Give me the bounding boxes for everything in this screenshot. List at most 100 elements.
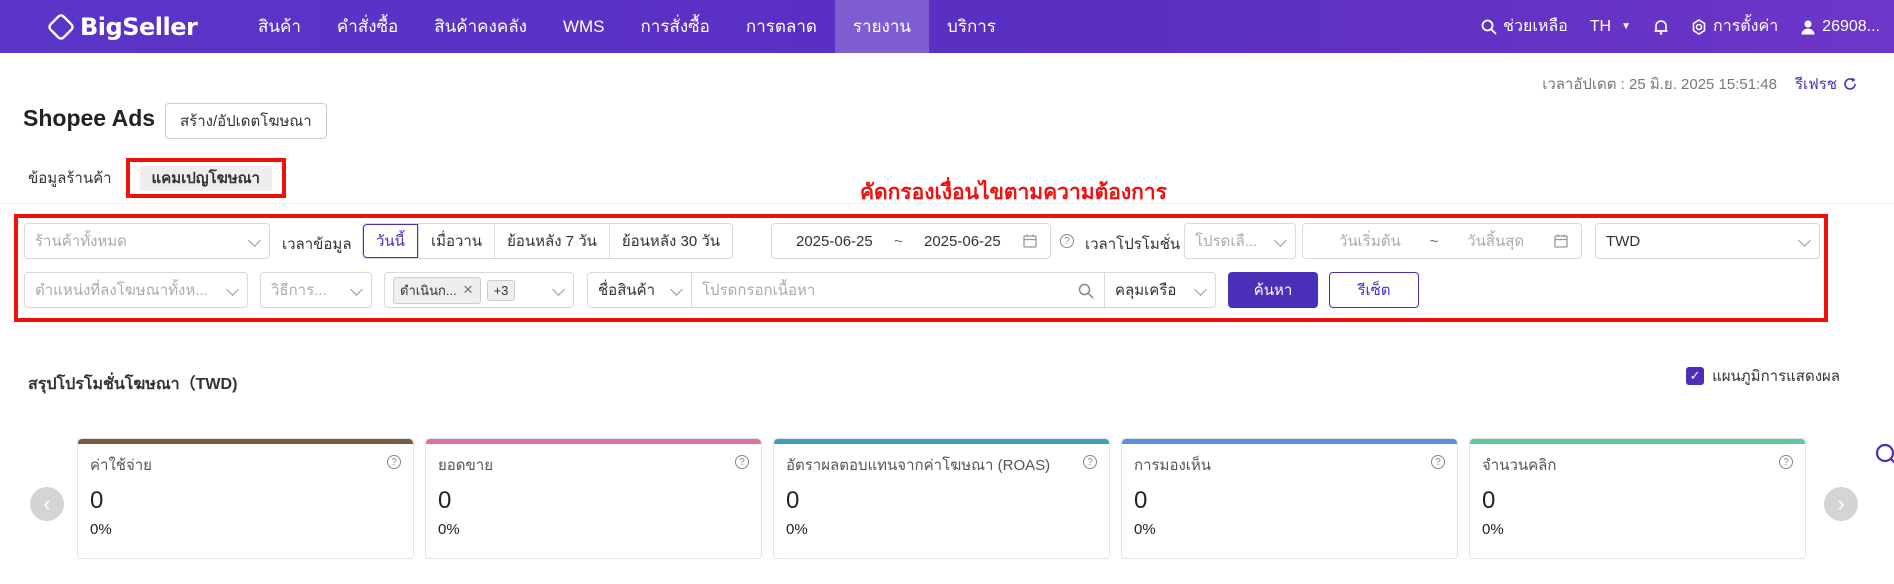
card-percent: 0% — [438, 521, 460, 538]
time-range-segment: วันนี้ เมื่อวาน ย้อนหลัง 7 วัน ย้อนหลัง 30 … — [362, 223, 734, 259]
card-title: การมองเห็น — [1134, 457, 1212, 474]
nav-item[interactable]: สินค้าคงคลัง — [416, 0, 545, 53]
create-ad-button[interactable]: สร้าง/อัปเดตโฆษณา — [165, 103, 327, 139]
card-value: 0 — [1134, 487, 1148, 514]
divider — [0, 203, 1894, 204]
data-time-label: เวลาข้อมูล — [282, 236, 352, 253]
calendar-icon — [1023, 234, 1037, 248]
gear-icon — [1692, 18, 1706, 35]
search-icon — [1481, 19, 1497, 35]
metric-card: อัตราผลตอบแทนจากค่าโฆษณา (ROAS)? 0 0% — [773, 438, 1110, 559]
nav-item[interactable]: บริการ — [929, 0, 1014, 53]
promo-time-select[interactable]: โปรดเลื... — [1184, 223, 1296, 259]
help-circle-icon[interactable]: ? — [735, 455, 749, 469]
help-circle-icon[interactable]: ? — [1431, 455, 1445, 469]
currency-select[interactable]: TWD — [1595, 223, 1820, 259]
chevron-right-icon: › — [1837, 491, 1845, 516]
tab-campaign[interactable]: แคมเปญโฆษณา — [139, 166, 272, 191]
time-option[interactable]: ย้อนหลัง 30 วัน — [608, 224, 732, 258]
help-circle-icon[interactable]: ? — [387, 455, 401, 469]
card-percent: 0% — [1134, 521, 1156, 538]
card-title: อัตราผลตอบแทนจากค่าโฆษณา (ROAS) — [786, 457, 1051, 474]
prev-arrow-button[interactable]: ‹ — [30, 487, 64, 521]
chevron-down-icon — [552, 283, 565, 296]
nav-item[interactable]: การสั่งซื้อ — [623, 0, 728, 53]
placement-select[interactable]: ตำแหน่งที่ลงโฆษณาทั้งห... — [24, 272, 248, 308]
store-select[interactable]: ร้านค้าทั้งหมด — [24, 223, 270, 259]
search-button[interactable]: ค้นหา — [1228, 272, 1318, 308]
nav-item[interactable]: WMS — [545, 0, 623, 53]
promo-date-range[interactable]: วันเริ่มต้น ~ วันสิ้นสุด — [1302, 223, 1582, 259]
summary-title: สรุปโปรโมชั่นโฆษณา（TWD) — [28, 376, 238, 393]
metric-card: ยอดขาย? 0 0% — [425, 438, 762, 559]
card-percent: 0% — [90, 521, 112, 538]
bell-icon[interactable] — [1653, 19, 1669, 35]
card-title: ค่าใช้จ่าย — [90, 457, 152, 474]
chevron-left-icon: ‹ — [43, 491, 51, 516]
card-title: ยอดขาย — [438, 457, 494, 474]
metric-cards: ค่าใช้จ่าย? 0 0% ยอดขาย? 0 0% อัตราผลตอบแทนจาก… — [77, 438, 1806, 559]
status-multiselect[interactable]: ดำเนินก... ✕ +3 — [384, 272, 574, 308]
help-circle-icon[interactable]: ? — [1779, 455, 1793, 469]
nav-right: ช่วยเหลือ TH ▼ การตั้งค่า 26908... — [1481, 0, 1880, 53]
nav-item[interactable]: สินค้า — [240, 0, 319, 53]
search-icon — [1078, 283, 1094, 299]
help-circle-icon[interactable]: ? — [1083, 455, 1097, 469]
user-menu[interactable]: 26908... — [1800, 18, 1880, 36]
card-accent-bar — [1470, 439, 1805, 444]
user-icon — [1801, 20, 1815, 34]
card-accent-bar — [774, 439, 1109, 444]
refresh-icon — [1844, 77, 1856, 90]
card-accent-bar — [78, 439, 413, 444]
tab-shop-info[interactable]: ข้อมูลร้านค้า — [28, 166, 112, 190]
time-option[interactable]: วันนี้ — [363, 224, 418, 258]
reset-button[interactable]: รีเซ็ต — [1329, 272, 1419, 308]
data-date-range[interactable]: 2025-06-25 ~ 2025-06-25 — [771, 223, 1051, 259]
more-tag: +3 — [486, 279, 516, 301]
update-info: เวลาอัปเดต : 25 มิ.ย. 2025 15:51:48 รีเฟ… — [1542, 72, 1858, 96]
language-select[interactable]: TH ▼ — [1590, 18, 1631, 36]
card-value: 0 — [1482, 487, 1496, 514]
floating-search-icon[interactable] — [1874, 442, 1894, 468]
chevron-down-icon — [670, 283, 683, 296]
chevron-down-icon — [226, 283, 239, 296]
caret-down-icon: ▼ — [1621, 21, 1632, 32]
time-option[interactable]: เมื่อวาน — [417, 224, 494, 258]
main-nav: สินค้า คำสั่งซื้อ สินค้าคงคลัง WMS การสั่งซื… — [240, 0, 1014, 53]
card-accent-bar — [1122, 439, 1457, 444]
metric-card: การมองเห็น? 0 0% — [1121, 438, 1458, 559]
refresh-button[interactable]: รีเฟรช — [1795, 72, 1858, 96]
product-search-input[interactable]: โปรดกรอกเนื้อหา — [691, 272, 1105, 308]
close-icon[interactable]: ✕ — [463, 282, 474, 298]
annotation-text: คัดกรองเงื่อนไขตามความต้องการ — [860, 179, 1167, 204]
settings-link[interactable]: การตั้งค่า — [1691, 14, 1778, 39]
checkbox-checked-icon[interactable]: ✓ — [1686, 367, 1705, 385]
logo-icon — [46, 12, 76, 42]
brand-name: BigSeller — [80, 13, 198, 41]
help-circle-icon[interactable]: ? — [1060, 234, 1074, 248]
card-accent-bar — [426, 439, 761, 444]
updated-time: เวลาอัปเดต : 25 มิ.ย. 2025 15:51:48 — [1542, 76, 1777, 93]
chevron-down-icon — [1798, 234, 1811, 247]
page-title: Shopee Ads — [23, 105, 156, 131]
chevron-down-icon — [1274, 234, 1287, 247]
chart-toggle[interactable]: ✓ แผนภูมิการแสดงผล — [1686, 364, 1840, 388]
chevron-down-icon — [248, 234, 261, 247]
help-link[interactable]: ช่วยเหลือ — [1481, 14, 1568, 39]
status-tag[interactable]: ดำเนินก... ✕ — [393, 276, 481, 304]
bigseller-logo[interactable]: BigSeller — [46, 12, 198, 42]
top-navbar: BigSeller สินค้า คำสั่งซื้อ สินค้าคงคลัง WM… — [0, 0, 1894, 53]
next-arrow-button[interactable]: › — [1824, 487, 1858, 521]
card-value: 0 — [438, 487, 452, 514]
nav-item[interactable]: รายงาน — [834, 0, 930, 53]
method-select[interactable]: วิธีการ... — [260, 272, 372, 308]
match-mode-select[interactable]: คลุมเครือ — [1104, 272, 1216, 308]
chevron-down-icon — [350, 283, 363, 296]
nav-item[interactable]: การตลาด — [728, 0, 835, 53]
time-option[interactable]: ย้อนหลัง 7 วัน — [494, 224, 609, 258]
product-field-select[interactable]: ชื่อสินค้า — [587, 272, 692, 308]
subtabs: ข้อมูลร้านค้า แคมเปญโฆษณา — [28, 158, 286, 198]
highlight-box: แคมเปญโฆษณา — [125, 158, 286, 198]
calendar-icon — [1554, 234, 1568, 248]
nav-item[interactable]: คำสั่งซื้อ — [319, 0, 416, 53]
